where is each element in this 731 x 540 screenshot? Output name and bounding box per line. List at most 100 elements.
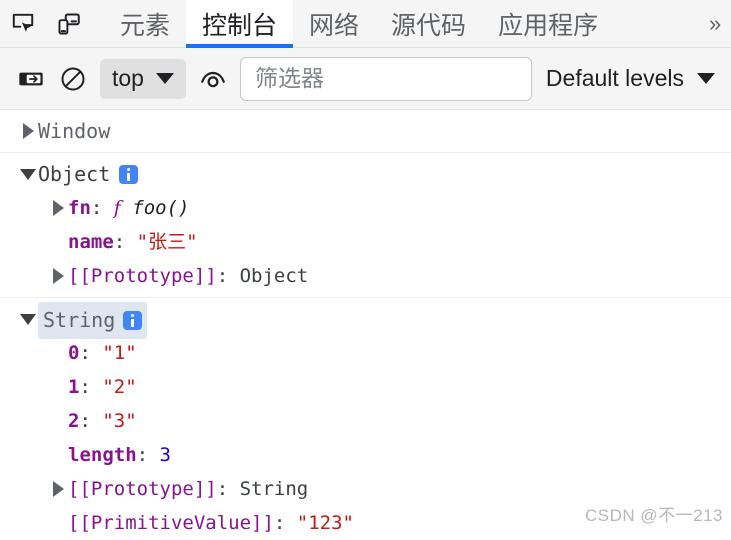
tab-elements[interactable]: 元素	[104, 0, 186, 47]
row-indent-spacer	[48, 370, 68, 404]
clear-console-icon[interactable]	[52, 58, 94, 100]
console-row-content: 0: "1"	[68, 336, 137, 370]
text-segment	[121, 197, 132, 219]
text-segment: String	[43, 308, 116, 332]
text-segment: 3	[159, 444, 171, 466]
console-row[interactable]: [[Prototype]]: Object	[0, 259, 731, 293]
tab-label: 网络	[309, 11, 360, 40]
sidebar-toggle-icon[interactable]	[10, 58, 52, 100]
console-row-content: 2: "3"	[68, 404, 137, 438]
text-segment: [[Prototype]]	[68, 265, 217, 287]
console-row-content: fn: f foo()	[68, 191, 189, 225]
text-segment: 2	[68, 410, 80, 432]
tab-label: 源代码	[391, 11, 467, 40]
tab-label: 应用程序	[498, 11, 599, 40]
devtools-tab-bar: 元素 控制台 网络 源代码 应用程序 »	[0, 0, 731, 48]
row-indent-spacer	[48, 225, 68, 259]
execution-context-label: top	[112, 65, 144, 91]
info-icon[interactable]	[119, 165, 139, 184]
text-segment: "2"	[102, 376, 137, 398]
console-row[interactable]: Window	[0, 114, 731, 148]
console-message-list[interactable]: Window Object fn: f foo() name: "张三" [[Proto…	[0, 110, 731, 540]
console-row-content: [[Prototype]]: Object	[68, 259, 308, 293]
text-segment: [[Prototype]]	[68, 478, 217, 500]
text-segment: :	[79, 342, 103, 364]
expand-triangle-icon[interactable]	[48, 472, 68, 506]
console-row-content: length: 3	[68, 438, 171, 472]
collapse-triangle-icon[interactable]	[18, 157, 38, 191]
text-segment: Object	[239, 265, 309, 287]
text-segment: :	[79, 410, 103, 432]
tab-network[interactable]: 网络	[293, 0, 375, 47]
text-segment: f	[113, 197, 121, 219]
console-message[interactable]: Window	[0, 110, 731, 153]
tab-overflow-label: »	[709, 10, 722, 36]
expand-triangle-icon[interactable]	[48, 259, 68, 293]
expand-triangle-icon[interactable]	[48, 191, 68, 225]
console-row[interactable]: 2: "3"	[0, 404, 731, 438]
device-toolbar-icon[interactable]	[46, 0, 92, 47]
execution-context-selector[interactable]: top	[100, 58, 186, 99]
text-segment: :	[136, 444, 160, 466]
console-row[interactable]: name: "张三"	[0, 225, 731, 259]
text-segment: length	[68, 444, 137, 466]
tab-overflow-button[interactable]: »	[709, 0, 731, 47]
text-segment: :	[216, 265, 240, 287]
text-segment: :	[273, 512, 297, 534]
tab-sources[interactable]: 源代码	[375, 0, 482, 47]
inspect-element-icon[interactable]	[0, 0, 46, 47]
console-row-content: String	[38, 302, 148, 339]
row-indent-spacer	[48, 438, 68, 472]
tab-label: 元素	[120, 11, 171, 40]
info-icon[interactable]	[123, 310, 143, 330]
tab-application[interactable]: 应用程序	[482, 0, 614, 47]
console-row[interactable]: Object	[0, 157, 731, 191]
log-levels-label: Default levels	[545, 65, 684, 91]
expand-triangle-icon[interactable]	[18, 114, 38, 148]
text-segment: Window	[38, 119, 111, 143]
row-indent-spacer	[48, 336, 68, 370]
console-filter-box[interactable]	[239, 56, 532, 101]
text-segment: [[PrimitiveValue]]	[68, 512, 274, 534]
watermark: CSDN @不一213	[584, 506, 723, 525]
live-expression-eye-icon[interactable]	[192, 58, 234, 100]
row-indent-spacer	[48, 506, 68, 540]
tab-list: 元素 控制台 网络 源代码 应用程序	[104, 0, 614, 48]
text-segment: String	[239, 478, 309, 500]
text-segment: :	[90, 197, 114, 219]
text-segment: name	[68, 231, 114, 253]
text-segment: 0	[68, 342, 80, 364]
text-segment: :	[216, 478, 240, 500]
console-message[interactable]: Object fn: f foo() name: "张三" [[Prototype]]…	[0, 153, 731, 298]
text-segment: "3"	[102, 410, 137, 432]
search-input[interactable]	[252, 64, 519, 93]
text-segment: 1	[68, 376, 80, 398]
text-segment: fn	[68, 197, 91, 219]
console-toolbar: top Default levels	[0, 48, 731, 110]
chevron-down-icon	[697, 73, 715, 84]
text-segment: "1"	[102, 342, 137, 364]
text-segment: foo()	[132, 197, 190, 219]
text-segment: Object	[38, 162, 111, 186]
console-row[interactable]: length: 3	[0, 438, 731, 472]
console-row-content: [[Prototype]]: String	[68, 472, 308, 506]
collapse-triangle-icon[interactable]	[18, 302, 38, 336]
log-levels-selector[interactable]: Default levels	[546, 65, 721, 92]
console-row-content: 1: "2"	[68, 370, 137, 404]
text-segment: :	[79, 376, 103, 398]
text-segment: "123"	[296, 512, 354, 534]
tab-console[interactable]: 控制台	[186, 0, 294, 48]
text-segment: :	[113, 231, 137, 253]
console-row[interactable]: 1: "2"	[0, 370, 731, 404]
console-row[interactable]: String	[0, 302, 731, 339]
tab-label: 控制台	[202, 11, 278, 40]
console-row[interactable]: fn: f foo()	[0, 191, 731, 225]
chevron-down-icon	[155, 73, 174, 84]
console-row-content: Object	[38, 157, 139, 192]
console-row-content: [[PrimitiveValue]]: "123"	[68, 506, 354, 540]
row-indent-spacer	[48, 404, 68, 438]
console-row-content: Window	[38, 114, 110, 149]
text-segment: "张三"	[136, 231, 198, 253]
console-row-content: name: "张三"	[68, 225, 198, 259]
console-row[interactable]: 0: "1"	[0, 336, 731, 370]
